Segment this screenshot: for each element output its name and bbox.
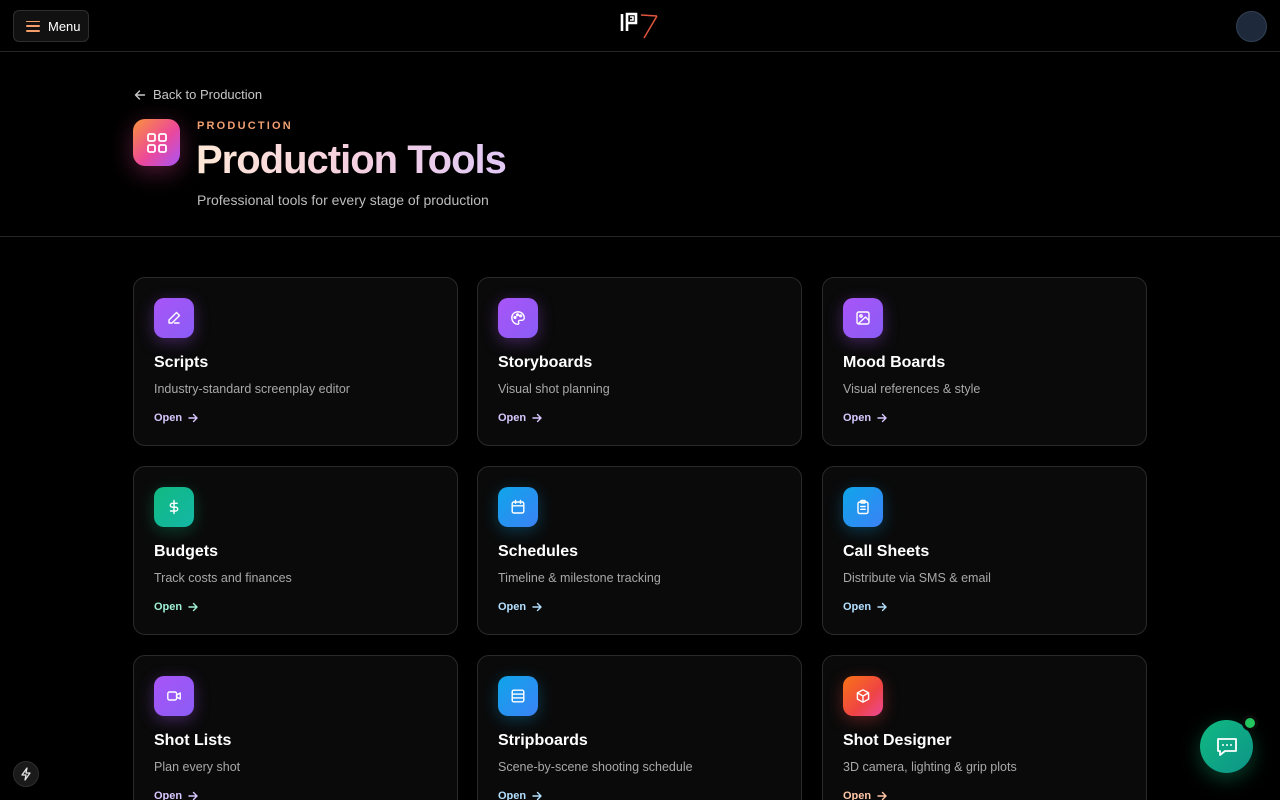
open-label: Open (154, 790, 183, 800)
user-avatar[interactable] (1236, 11, 1267, 42)
open-label: Open (154, 412, 183, 424)
tool-card-call-sheets[interactable]: Call Sheets Distribute via SMS & email O… (822, 466, 1147, 635)
open-label: Open (498, 601, 527, 613)
top-bar: Menu (0, 0, 1280, 52)
image-icon (843, 298, 883, 338)
section-eyebrow: PRODUCTION (197, 120, 293, 132)
open-link[interactable]: Open (498, 790, 542, 800)
open-label: Open (154, 601, 183, 613)
arrow-right-icon (877, 413, 887, 423)
back-link-label: Back to Production (153, 87, 263, 102)
arrow-right-icon (188, 791, 198, 800)
tool-title: Shot Lists (154, 732, 232, 749)
tool-card-schedules[interactable]: Schedules Timeline & milestone tracking … (477, 466, 802, 635)
open-label: Open (498, 790, 527, 800)
open-link[interactable]: Open (154, 790, 198, 800)
tool-card-mood-boards[interactable]: Mood Boards Visual references & style Op… (822, 277, 1147, 446)
grid-icon (133, 119, 180, 166)
tool-description: Track costs and finances (154, 571, 292, 585)
arrow-right-icon (532, 413, 542, 423)
calendar-icon (498, 487, 538, 527)
tool-description: Distribute via SMS & email (843, 571, 991, 585)
menu-button[interactable]: Menu (13, 10, 89, 42)
page-header: Back to Production PRODUCTION Production… (0, 52, 1280, 237)
menu-label: Menu (48, 18, 81, 34)
clipboard-icon (843, 487, 883, 527)
tool-description: Timeline & milestone tracking (498, 571, 661, 585)
tool-card-stripboards[interactable]: Stripboards Scene-by-scene shooting sche… (477, 655, 802, 800)
rows-icon (498, 676, 538, 716)
open-link[interactable]: Open (498, 412, 542, 424)
tool-description: Visual references & style (843, 382, 981, 396)
page-subtitle: Professional tools for every stage of pr… (197, 192, 489, 208)
arrow-right-icon (877, 602, 887, 612)
tool-title: Schedules (498, 543, 579, 560)
tool-card-shot-designer[interactable]: Shot Designer 3D camera, lighting & grip… (822, 655, 1147, 800)
arrow-right-icon (532, 791, 542, 800)
arrow-right-icon (532, 602, 542, 612)
app-logo[interactable] (619, 11, 661, 39)
tool-title: Mood Boards (843, 354, 946, 371)
chat-bubble-icon (1216, 737, 1237, 756)
tool-card-storyboards[interactable]: Storyboards Visual shot planning Open (477, 277, 802, 446)
cube-icon (843, 676, 883, 716)
arrow-right-icon (188, 602, 198, 612)
hamburger-icon (26, 20, 40, 32)
page-title: Production Tools (196, 138, 507, 182)
tool-description: Visual shot planning (498, 382, 610, 396)
tool-description: Industry-standard screenplay editor (154, 382, 350, 396)
open-link[interactable]: Open (843, 412, 887, 424)
open-link[interactable]: Open (498, 601, 542, 613)
open-link[interactable]: Open (843, 601, 887, 613)
tool-title: Shot Designer (843, 732, 952, 749)
dollar-icon (154, 487, 194, 527)
pen-icon (154, 298, 194, 338)
open-link[interactable]: Open (843, 790, 887, 800)
video-icon (154, 676, 194, 716)
arrow-right-icon (188, 413, 198, 423)
open-label: Open (843, 601, 872, 613)
back-to-production-link[interactable]: Back to Production (134, 87, 262, 102)
tool-title: Scripts (154, 354, 209, 371)
tool-description: Scene-by-scene shooting schedule (498, 760, 693, 774)
tool-description: 3D camera, lighting & grip plots (843, 760, 1017, 774)
tool-card-shot-lists[interactable]: Shot Lists Plan every shot Open (133, 655, 458, 800)
open-label: Open (843, 790, 872, 800)
tool-title: Storyboards (498, 354, 593, 371)
open-link[interactable]: Open (154, 412, 198, 424)
open-link[interactable]: Open (154, 601, 198, 613)
open-label: Open (498, 412, 527, 424)
quick-actions-button[interactable] (13, 761, 39, 787)
tool-card-scripts[interactable]: Scripts Industry-standard screenplay edi… (133, 277, 458, 446)
arrow-right-icon (877, 791, 887, 800)
tool-card-budgets[interactable]: Budgets Track costs and finances Open (133, 466, 458, 635)
arrow-left-icon (134, 89, 146, 100)
tool-title: Call Sheets (843, 543, 930, 560)
palette-icon (498, 298, 538, 338)
tool-description: Plan every shot (154, 760, 241, 774)
tool-title: Budgets (154, 543, 218, 560)
online-status-dot (1242, 715, 1258, 731)
tool-title: Stripboards (498, 732, 588, 749)
open-label: Open (843, 412, 872, 424)
bolt-icon (21, 767, 31, 781)
